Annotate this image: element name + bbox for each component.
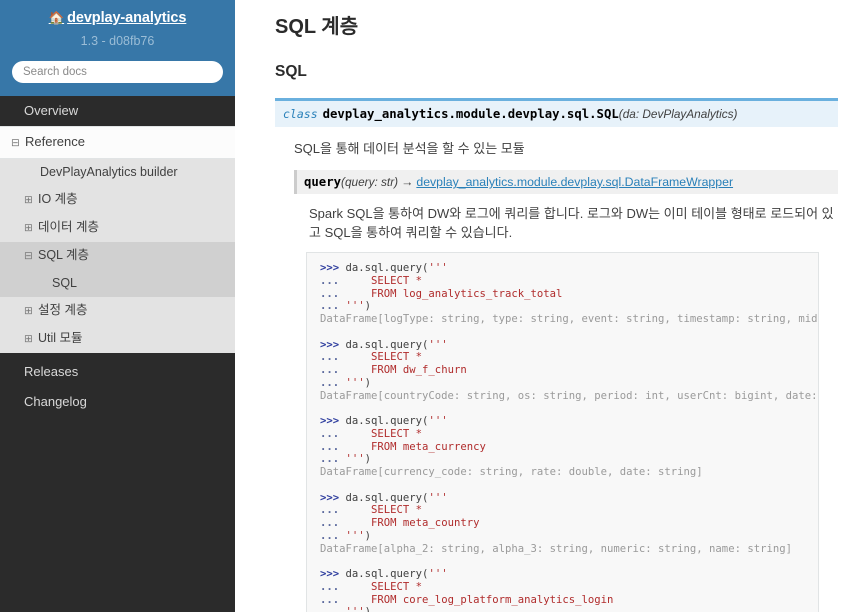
search-input[interactable] <box>12 61 223 83</box>
sidebar-item-io-layer-label: IO 계층 <box>38 192 78 206</box>
class-signature: class devplay_analytics.module.devplay.sq… <box>275 98 838 127</box>
return-arrow-icon: → <box>401 175 414 189</box>
code-content: >>> da.sql.query(''' ... SELECT * ... FR… <box>320 262 819 612</box>
sidebar-item-data-layer[interactable]: ⊞ 데이터 계층 <box>0 214 235 242</box>
sidebar-item-data-layer-label: 데이터 계층 <box>38 220 99 234</box>
sidebar-item-builder-label[interactable]: DevPlayAnalytics builder <box>0 159 235 186</box>
method-return-type-link[interactable]: devplay_analytics.module.devplay.sql.Dat… <box>416 175 733 189</box>
sidebar-item-io-layer[interactable]: ⊞ IO 계층 <box>0 186 235 214</box>
method-description: Spark SQL을 통하여 DW와 로그에 쿼리를 합니다. 로그와 DW는 … <box>275 204 838 242</box>
brand-label: devplay-analytics <box>67 10 187 26</box>
method-name: query <box>304 175 342 189</box>
sidebar-item-reference[interactable]: ⊟ Reference <box>0 126 235 159</box>
collapse-icon-reference[interactable]: ⊟ <box>11 134 21 152</box>
collapse-icon-sql-layer[interactable]: ⊟ <box>24 248 34 265</box>
expand-icon-io-layer[interactable]: ⊞ <box>24 192 34 209</box>
sidebar-item-changelog-label[interactable]: Changelog <box>0 387 235 417</box>
sidebar-header: 🏠 devplay-analytics 1.3 - d08fb76 <box>0 0 235 96</box>
class-name: devplay_analytics.module.devplay.sql.SQL <box>322 107 619 121</box>
sidebar-bottom-group: Releases Changelog <box>0 353 235 417</box>
documentation-page: 🏠devplay-analytics 1.3 - d08fb76 Overvie… <box>0 0 860 612</box>
class-keyword: class <box>283 107 318 121</box>
sidebar-item-overview-label[interactable]: Overview <box>0 96 235 126</box>
sidebar-item-sql-label[interactable]: SQL <box>0 270 235 297</box>
brand-link[interactable]: 🏠 devplay-analytics <box>49 10 187 26</box>
method-description-line2: SQL을 통하여 쿼리할 수 있습니다. <box>324 225 513 240</box>
sidebar-item-releases-label[interactable]: Releases <box>0 357 235 387</box>
sidebar-subnav-sql-layer: SQL <box>0 270 235 297</box>
sidebar-item-overview[interactable]: Overview <box>0 96 235 126</box>
sidebar-item-util-module[interactable]: ⊞ Util 모듈 <box>0 325 235 353</box>
expand-icon-config-layer[interactable]: ⊞ <box>24 303 34 320</box>
sidebar-item-changelog[interactable]: Changelog <box>0 387 235 417</box>
version-label: 1.3 - d08fb76 <box>80 34 155 48</box>
sidebar-item-config-layer-label: 설정 계층 <box>38 303 88 317</box>
sidebar-item-sql-layer-label: SQL 계층 <box>38 248 90 262</box>
code-block[interactable]: >>> da.sql.query(''' ... SELECT * ... FR… <box>306 252 819 612</box>
sidebar-item-config-layer[interactable]: ⊞ 설정 계층 <box>0 297 235 325</box>
method-signature: query(query: str) → devplay_analytics.modu… <box>294 170 838 194</box>
method-params: (query: str) <box>341 175 399 189</box>
sidebar: 🏠devplay-analytics 1.3 - d08fb76 Overvie… <box>0 0 235 612</box>
search-container <box>0 61 235 83</box>
sidebar-item-reference-label: Reference <box>25 134 85 149</box>
sidebar-item-sql[interactable]: SQL <box>0 270 235 297</box>
sidebar-item-util-module-label: Util 모듈 <box>38 331 83 345</box>
home-icon: 🏠 <box>48 10 65 25</box>
sidebar-subnav-reference: DevPlayAnalytics builder ⊞ IO 계층 ⊞ 데이터 계층 … <box>0 159 235 353</box>
sidebar-item-builder[interactable]: DevPlayAnalytics builder <box>0 159 235 186</box>
class-params: (da: DevPlayAnalytics) <box>618 107 738 121</box>
class-description: SQL을 통해 데이터 분석을 할 수 있는 모듈 <box>294 141 525 156</box>
sidebar-item-releases[interactable]: Releases <box>0 357 235 387</box>
expand-icon-data-layer[interactable]: ⊞ <box>24 220 34 237</box>
main-content: SQL 계층 SQL class devplay_analytics.module… <box>235 0 860 612</box>
sidebar-nav: Overview ⊟ Reference DevPlayAnalytics bui… <box>0 96 235 417</box>
section-title: SQL <box>275 63 307 80</box>
page-title: SQL 계층 <box>275 16 359 38</box>
expand-icon-util-module[interactable]: ⊞ <box>24 331 34 348</box>
sidebar-item-sql-layer[interactable]: ⊟ SQL 계층 <box>0 242 235 270</box>
